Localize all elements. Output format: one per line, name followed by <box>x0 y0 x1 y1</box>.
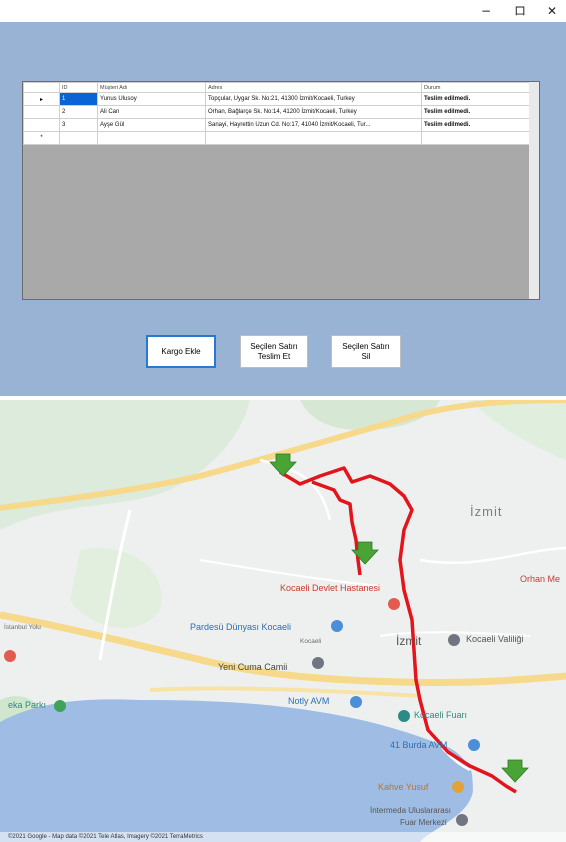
delete-selected-button[interactable]: Seçilen Satırı Sil <box>331 335 401 368</box>
delivery-markers <box>269 453 529 783</box>
cell-id[interactable]: 3 <box>59 118 98 132</box>
map-label-yeni-cuma-camii: Yeni Cuma Camii <box>218 662 288 672</box>
map-label-izmit-district: İzmit <box>470 504 503 519</box>
cargo-grid[interactable]: ID Müşteri Adı Adres Durum ▸ 1 Yunus Ulu… <box>22 81 540 300</box>
map-label-intermed: İntermeda Uluslararası <box>370 806 451 815</box>
map-label-kocaeli-fuari: Kocaeli Fuarı <box>414 710 468 720</box>
map-label-pardesu: Pardesü Dünyası Kocaeli <box>190 622 292 632</box>
form-area: ID Müşteri Adı Adres Durum ▸ 1 Yunus Ulu… <box>0 22 566 396</box>
row-selector[interactable] <box>23 105 60 119</box>
cell-address[interactable]: Sanayi, Hayrettin Uzun Cd. No:17, 41040 … <box>205 118 422 132</box>
cell-name[interactable]: Yunus Ulusoy <box>97 92 206 106</box>
cell-name[interactable]: Ali Can <box>97 105 206 119</box>
map-label-orhan: Orhan Me <box>520 574 561 584</box>
new-cell-status[interactable] <box>421 131 530 145</box>
map-label-kocaeli-devlet-hastanesi: Kocaeli Devlet Hastanesi <box>280 583 381 593</box>
route-map[interactable]: İzmit Kocaeli Devlet Hastanesi Pardesü D… <box>0 400 566 842</box>
minimize-button[interactable]: − <box>470 0 502 22</box>
new-cell-address[interactable] <box>205 131 422 145</box>
map-label-izmit-center: İzmit <box>396 634 422 648</box>
grid-header-row: ID Müşteri Adı Adres Durum <box>23 82 530 93</box>
marker-icon-3[interactable] <box>501 759 529 783</box>
map-attribution: ©2021 Google - Map data ©2021 Tele Atlas… <box>0 832 566 842</box>
maximize-button[interactable]: ロ <box>504 0 536 22</box>
cell-id[interactable]: 1 <box>59 92 98 106</box>
map-label-kocaeli-valiligi: Kocaeli Valiliği <box>466 634 524 644</box>
new-cell-name[interactable] <box>97 131 206 145</box>
cell-name[interactable]: Ayşe Gül <box>97 118 206 132</box>
cell-status[interactable]: Teslim edilmedi. <box>421 92 530 106</box>
map-label-burda-avm: 41 Burda AVM <box>390 740 448 750</box>
table-row[interactable]: ▸ 1 Yunus Ulusoy Topçular, Uygar Sk. No:… <box>23 92 530 106</box>
column-header-name[interactable]: Müşteri Adı <box>97 82 206 93</box>
column-header-id[interactable]: ID <box>59 82 98 93</box>
cell-status[interactable]: Teslim edilmedi. <box>421 105 530 119</box>
add-cargo-button[interactable]: Kargo Ekle <box>146 335 216 368</box>
cell-status[interactable]: Teslim edilmedi. <box>421 118 530 132</box>
map-label-kahve-yusuf: Kahve Yusuf <box>378 782 429 792</box>
marker-icon-1[interactable] <box>269 453 297 477</box>
row-header-corner <box>23 82 60 93</box>
row-selector[interactable]: ▸ <box>23 92 60 106</box>
table-row[interactable]: 3 Ayşe Gül Sanayi, Hayrettin Uzun Cd. No… <box>23 118 530 132</box>
table-row[interactable]: 2 Ali Can Orhan, Bağlarçe Sk. No:14, 412… <box>23 105 530 119</box>
new-cell-id[interactable] <box>59 131 98 145</box>
new-row[interactable]: * <box>23 131 530 145</box>
close-button[interactable]: ✕ <box>536 0 566 22</box>
cell-id[interactable]: 2 <box>59 105 98 119</box>
cargo-table: ID Müşteri Adı Adres Durum ▸ 1 Yunus Ulu… <box>23 82 530 145</box>
deliver-selected-button[interactable]: Seçilen Satırı Teslim Et <box>240 335 308 368</box>
marker-icon-2[interactable] <box>351 541 379 565</box>
cell-address[interactable]: Orhan, Bağlarçe Sk. No:14, 41200 İzmit/K… <box>205 105 422 119</box>
map-label-istanbul-yolu: İstanbul Yolu <box>4 624 41 631</box>
map-label-park: eka Parkı <box>8 700 47 710</box>
grid-scrollbar[interactable] <box>529 82 539 299</box>
row-selector[interactable] <box>23 118 60 132</box>
column-header-address[interactable]: Adres <box>205 82 422 93</box>
title-bar: − ロ ✕ <box>0 0 566 22</box>
cell-address[interactable]: Topçular, Uygar Sk. No:21, 41300 İzmit/K… <box>205 92 422 106</box>
new-row-selector[interactable]: * <box>23 131 60 145</box>
column-header-status[interactable]: Durum <box>421 82 530 93</box>
map-label-notly-avm: Notly AVM <box>288 696 330 706</box>
map-label-intermed-2: Fuar Merkezi <box>400 818 447 827</box>
map-label-kocaeli-small: Kocaeli <box>300 638 322 645</box>
